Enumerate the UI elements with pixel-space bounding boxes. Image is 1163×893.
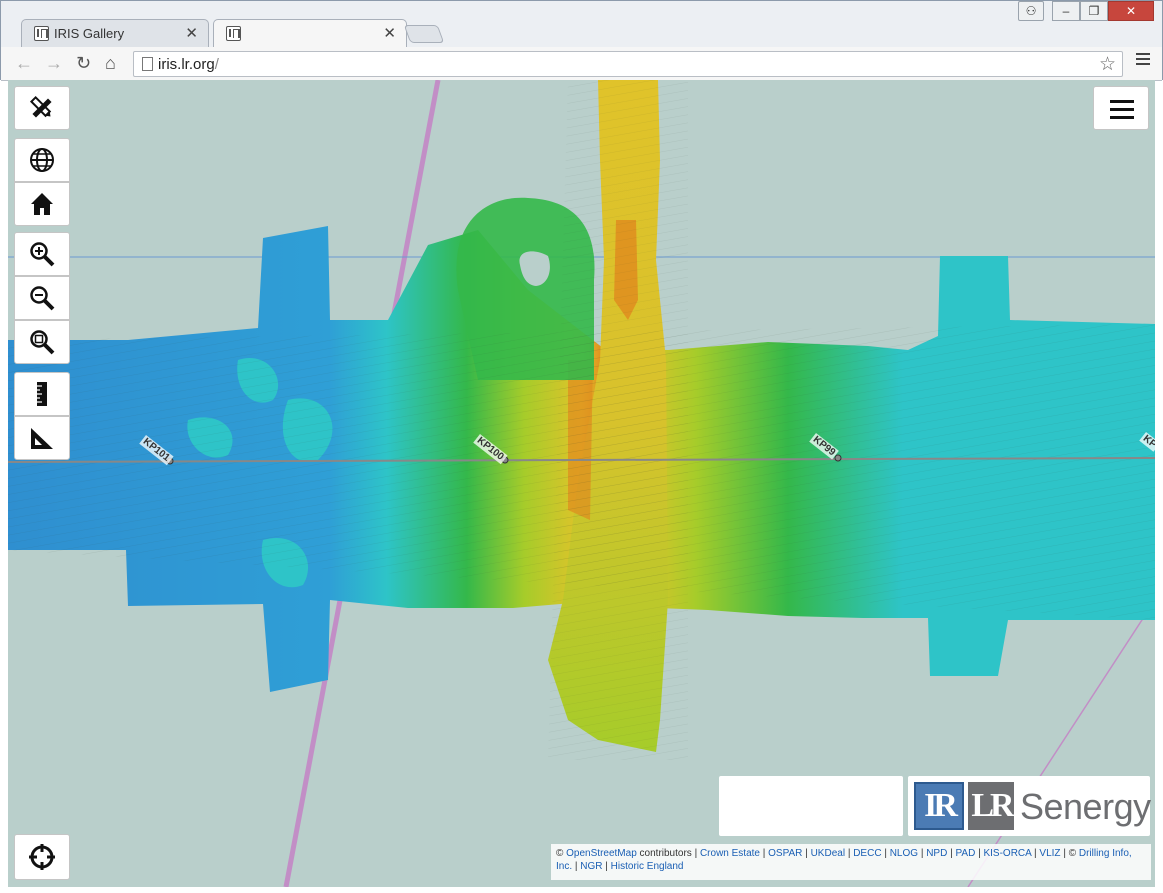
attribution-link[interactable]: Crown Estate — [700, 848, 760, 859]
user-icon[interactable]: ⚇ — [1018, 1, 1044, 21]
ruler-icon — [37, 382, 47, 406]
lr-favicon-icon — [226, 26, 241, 41]
tab-iris-gallery[interactable]: IRIS Gallery ✕ — [21, 19, 209, 47]
window-controls: ⚇ – ❐ ✕ — [1018, 1, 1154, 21]
maximize-button[interactable]: ❐ — [1080, 1, 1108, 21]
draw-tool-button[interactable] — [14, 86, 70, 130]
attribution-link[interactable]: PAD — [955, 848, 975, 859]
bookmark-star-icon[interactable]: ☆ — [1099, 53, 1116, 76]
reload-icon[interactable]: ↻ — [76, 53, 91, 74]
zoom-in-button[interactable] — [14, 232, 70, 276]
lr-favicon-icon — [34, 26, 49, 41]
map-attribution: © OpenStreetMap contributors | Crown Est… — [551, 844, 1151, 880]
close-window-button[interactable]: ✕ — [1108, 1, 1154, 21]
measure-area-button[interactable] — [14, 416, 70, 460]
new-tab-button[interactable] — [403, 25, 445, 43]
set-square-icon — [31, 428, 53, 449]
close-tab-icon[interactable]: ✕ — [383, 24, 396, 42]
title-bar: IRIS Gallery ✕ ✕ ⚇ – ❐ ✕ — [1, 1, 1162, 48]
crosshair-icon — [29, 844, 55, 870]
tab-title: IRIS Gallery — [54, 26, 125, 41]
tab-active[interactable]: ✕ — [213, 19, 407, 48]
map-view[interactable]: KP101 KP100 KP99 KP IR LR Senergy © Open… — [8, 80, 1155, 887]
globe-icon — [30, 148, 54, 172]
home-icon[interactable]: ⌂ — [105, 53, 116, 74]
home-button[interactable] — [14, 182, 70, 226]
attribution-link[interactable]: KIS-ORCA — [983, 848, 1031, 859]
address-bar[interactable]: iris.lr.org/ ☆ — [133, 51, 1123, 77]
zoom-out-button[interactable] — [14, 276, 70, 320]
globe-button[interactable] — [14, 138, 70, 182]
home-icon — [31, 193, 53, 215]
attribution-link[interactable]: NPD — [926, 848, 947, 859]
close-tab-icon[interactable]: ✕ — [185, 24, 198, 42]
attribution-link[interactable]: OSPAR — [768, 848, 802, 859]
zoom-in-icon — [30, 242, 55, 267]
iris-logo: IR — [914, 782, 964, 830]
zoom-out-icon — [30, 286, 55, 311]
attribution-link[interactable]: NLOG — [890, 848, 918, 859]
kp-marker — [834, 454, 842, 462]
zoom-extent-button[interactable] — [14, 320, 70, 364]
measure-distance-button[interactable] — [14, 372, 70, 416]
chrome-menu-icon[interactable] — [1136, 53, 1150, 68]
forward-arrow-icon[interactable]: → — [45, 53, 63, 74]
hamburger-icon[interactable] — [1093, 86, 1149, 130]
browser-toolbar: ← → ↻ ⌂ iris.lr.org/ ☆ — [1, 47, 1162, 81]
ngr-link[interactable]: NGR — [580, 861, 602, 872]
logo-placeholder — [719, 776, 903, 836]
pencil-ruler-icon — [29, 95, 52, 118]
minimize-button[interactable]: – — [1052, 1, 1080, 21]
bathymetry-layer — [8, 80, 1155, 887]
brand-name: Senergy — [1020, 786, 1151, 827]
attribution-link[interactable]: UKDeal — [811, 848, 845, 859]
back-arrow-icon[interactable]: ← — [15, 53, 33, 74]
locate-button[interactable] — [14, 834, 70, 880]
page-icon — [142, 57, 153, 71]
zoom-extent-icon — [30, 330, 55, 355]
osm-link[interactable]: OpenStreetMap — [566, 848, 637, 859]
browser-window: IRIS Gallery ✕ ✕ ⚇ – ❐ ✕ ← → ↻ ⌂ iris.lr… — [0, 0, 1163, 81]
url-text: iris.lr.org/ — [158, 56, 219, 73]
brand-logo: IR LR Senergy — [908, 776, 1151, 836]
lr-logo: LR — [968, 782, 1015, 830]
historic-england-link[interactable]: Historic England — [611, 861, 684, 872]
attribution-link[interactable]: DECC — [853, 848, 881, 859]
attribution-link[interactable]: VLIZ — [1039, 848, 1060, 859]
